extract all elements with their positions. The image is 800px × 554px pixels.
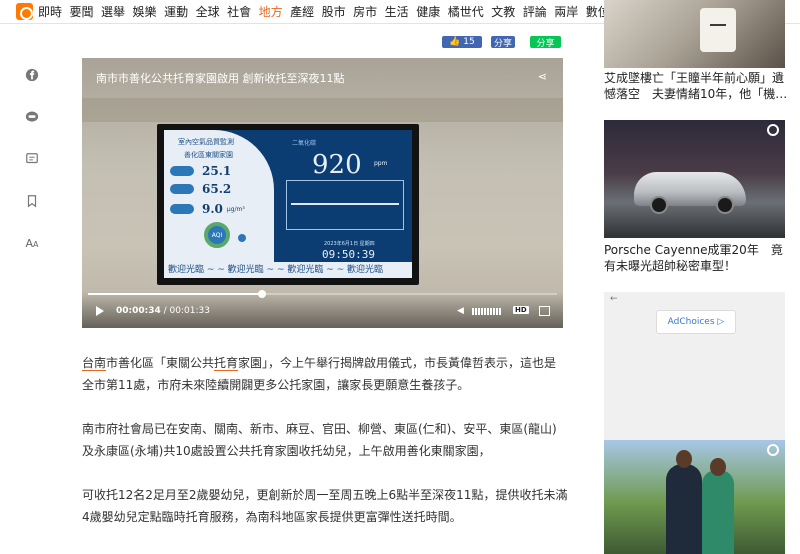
video-time: 00:00:34 / 00:01:33 [116, 306, 210, 316]
nav-item[interactable]: 即時 [38, 0, 62, 24]
nav-item[interactable]: 娛樂 [133, 0, 157, 24]
sidebar-ad-image-2[interactable] [604, 120, 785, 238]
video-player[interactable]: 南市市善化公共托育家園啟用 創新收托至深夜11點 ⋖ 室內空氣品質監測 善化區東… [82, 58, 563, 328]
co2-value: 920 [312, 150, 362, 180]
facebook-like-button[interactable]: 👍 15 [442, 36, 482, 48]
nav-item[interactable]: 兩岸 [554, 0, 578, 24]
sidebar-ad-caption-1[interactable]: 艾成墜樓亡「王瞳半年前心願」遺憾落空 夫妻情緒10年，他「機… [604, 70, 790, 102]
article-paragraph-3: 可收托12名2足月至2歲嬰幼兒，更創新於周一至周五晚上6點半至深夜11點，提供收… [82, 488, 568, 524]
hd-quality-button[interactable]: HD [513, 306, 529, 314]
temperature-value: 25.1 [202, 164, 232, 178]
article-link-tuoyu[interactable]: 托育 [214, 356, 239, 371]
sidebar-ad-image-3[interactable] [604, 440, 785, 554]
bookmark-icon[interactable] [24, 193, 40, 209]
aqi-gauge: AQI [204, 222, 230, 248]
tv-trend-chart [286, 180, 404, 230]
tv-monitor: 室內空氣品質監測 善化區東關家園 25.1 65.2 9.0 μg/m³ AQI [157, 124, 419, 285]
nav-item[interactable]: 文教 [491, 0, 515, 24]
nav-item[interactable]: 生活 [385, 0, 409, 24]
volume-icon[interactable]: ◀ [457, 306, 464, 316]
facebook-icon[interactable] [24, 67, 40, 83]
nav-item[interactable]: 要聞 [70, 0, 94, 24]
facebook-share-button[interactable]: 分享 [491, 36, 515, 49]
temperature-pill [170, 166, 194, 176]
humidity-value: 65.2 [202, 182, 232, 196]
adchoices-button[interactable]: AdChoices ▷ [656, 310, 736, 334]
co2-label: 二氧化碳 [292, 140, 317, 147]
humidity-pill [170, 184, 194, 194]
fullscreen-icon[interactable] [539, 306, 550, 316]
tv-header: 室內空氣品質監測 [178, 138, 234, 146]
video-title: 南市市善化公共托育家園啟用 創新收托至深夜11點 [96, 72, 345, 85]
line-share-button[interactable]: 分享 [530, 36, 561, 49]
article-paragraph-1: 台南市善化區「東關公共托育家園」，今上午舉行揭牌啟用儀式，市長黃偉哲表示，這也是… [82, 356, 557, 392]
udn-logo-icon[interactable] [16, 3, 33, 20]
video-current-time: 00:00:34 [116, 306, 161, 316]
nav-item[interactable]: 健康 [416, 0, 440, 24]
video-progress-knob[interactable] [257, 290, 266, 298]
back-arrow-icon[interactable]: ← [610, 294, 618, 304]
pm-value: 9.0 [202, 202, 223, 216]
co2-unit: ppm [374, 160, 388, 167]
font-size-icon[interactable]: AA [24, 235, 40, 251]
article-link-tainan[interactable]: 台南 [82, 356, 107, 371]
nav-item[interactable]: 全球 [196, 0, 220, 24]
play-icon[interactable] [96, 306, 104, 316]
nav-item[interactable]: 地方 [259, 0, 283, 24]
nav-item[interactable]: 選舉 [101, 0, 125, 24]
share-icon[interactable]: ⋖ [538, 70, 547, 83]
sidebar-ad-image-1[interactable] [604, 0, 785, 68]
nav-item[interactable]: 股市 [322, 0, 346, 24]
article-paragraph-2: 南市府社會局已在安南、關南、新市、麻豆、官田、柳營、東區(仁和)、安平、東區(龍… [82, 422, 557, 458]
nav-item[interactable]: 產經 [290, 0, 314, 24]
nav-item[interactable]: 運動 [164, 0, 188, 24]
pm-pill [170, 204, 194, 214]
volume-slider[interactable] [472, 308, 501, 315]
gear-icon[interactable] [767, 444, 779, 456]
line-icon[interactable] [24, 109, 40, 125]
nav-item[interactable]: 房市 [353, 0, 377, 24]
gear-icon[interactable] [767, 124, 779, 136]
sidebar-ad-caption-2[interactable]: Porsche Cayenne成軍20年 竟有未曝光超帥秘密車型！ [604, 242, 790, 274]
comment-icon[interactable] [24, 151, 40, 167]
nav-item[interactable]: 社會 [227, 0, 251, 24]
video-progress-fill [88, 293, 262, 295]
nav-item[interactable]: 橘世代 [448, 0, 484, 24]
tv-time: 09:50:39 [322, 248, 375, 261]
adchoices-box: ← AdChoices ▷ [604, 292, 785, 440]
tv-ticker: 歡迎光臨 ~ ~ 歡迎光臨 ~ ~ 歡迎光臨 ~ ~ 歡迎光臨 [164, 262, 412, 278]
video-progress-bar[interactable] [88, 293, 557, 295]
video-duration: 00:01:33 [169, 306, 210, 316]
pm-unit: μg/m³ [226, 205, 245, 213]
tv-subheader: 善化區東關家園 [184, 151, 233, 159]
nav-item[interactable]: 評論 [523, 0, 547, 24]
tv-date: 2023年6月1日 星期四 [324, 241, 375, 247]
